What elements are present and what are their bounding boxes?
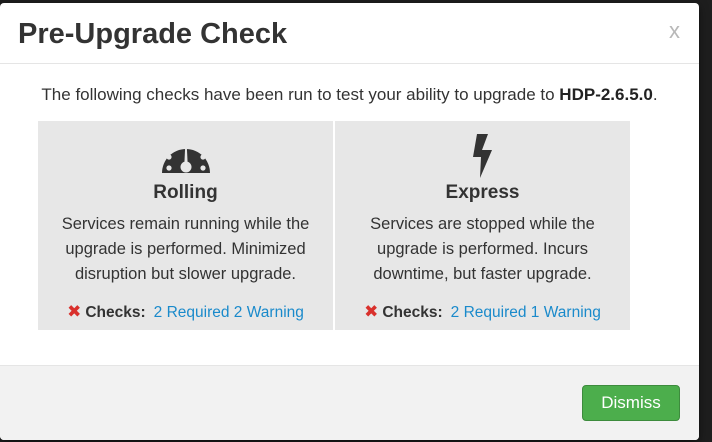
- checks-summary-link[interactable]: 2 Required 1 Warning: [451, 304, 601, 321]
- x-icon: ✖: [364, 302, 379, 321]
- dismiss-button[interactable]: Dismiss: [582, 385, 680, 421]
- option-description: Services remain running while the upgrad…: [61, 215, 310, 283]
- pre-upgrade-check-dialog: Pre-Upgrade Check x The following checks…: [0, 3, 699, 440]
- checks-label: Checks:: [382, 304, 443, 321]
- lightning-bolt-icon: [335, 133, 630, 179]
- option-title: Rolling: [153, 182, 218, 203]
- checks-row: ✖ Checks: 2 Required 2 Warning: [38, 302, 333, 323]
- rolling-upgrade-option[interactable]: Rolling Services remain running while th…: [38, 121, 333, 330]
- dialog-title: Pre-Upgrade Check: [18, 18, 288, 50]
- option-title: Express: [445, 182, 520, 203]
- dashboard-gauge-icon: [38, 133, 333, 179]
- intro-text-before: The following checks have been run to te…: [41, 85, 560, 104]
- dialog-footer: Dismiss: [0, 365, 699, 440]
- checks-summary-link[interactable]: 2 Required 2 Warning: [154, 304, 304, 321]
- checks-label: Checks:: [85, 304, 146, 321]
- close-button[interactable]: x: [669, 19, 680, 43]
- checks-row: ✖ Checks: 2 Required 1 Warning: [335, 302, 630, 323]
- dialog-header: Pre-Upgrade Check x: [0, 3, 699, 64]
- intro-text: The following checks have been run to te…: [0, 84, 699, 106]
- option-description: Services are stopped while the upgrade i…: [370, 215, 595, 283]
- target-version: HDP-2.6.5.0: [559, 85, 653, 104]
- x-icon: ✖: [67, 302, 82, 321]
- upgrade-options: Rolling Services remain running while th…: [38, 121, 630, 330]
- express-upgrade-option[interactable]: Express Services are stopped while the u…: [335, 121, 630, 330]
- intro-text-after: .: [652, 85, 658, 104]
